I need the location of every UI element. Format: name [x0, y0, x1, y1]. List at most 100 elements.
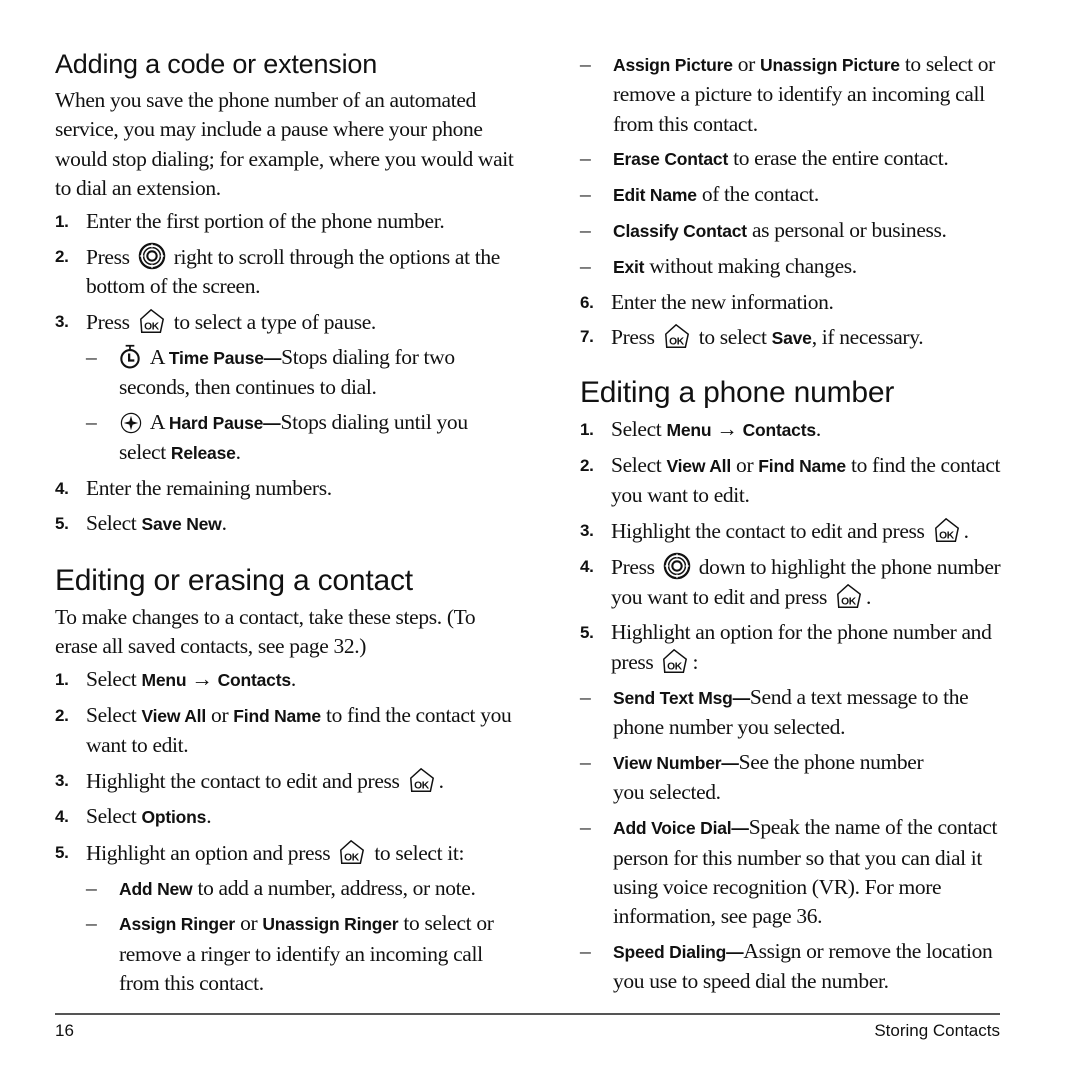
- step-text: to select it:: [374, 840, 465, 865]
- sub-item-erase-contact: – Erase Contact to erase the entire cont…: [580, 144, 1010, 174]
- hard-pause-icon: [119, 411, 143, 435]
- item-text: to add a number, address, or note.: [197, 875, 476, 900]
- list-item: 1. Select Menu → Contacts.: [580, 415, 1010, 445]
- step-text: Press: [86, 310, 130, 335]
- list-item: 2. Select View All or Find Name to find …: [580, 451, 1010, 511]
- ok-key-icon: [408, 766, 436, 794]
- item-text: A: [149, 344, 164, 369]
- step-text: Select: [611, 452, 662, 477]
- step-number: 4.: [55, 806, 69, 826]
- step-text: to select a type of pause.: [173, 310, 377, 335]
- sub-item-add-new: – Add New to add a number, address, or n…: [55, 874, 515, 904]
- ok-key-icon: [663, 322, 691, 350]
- dash: –: [86, 409, 97, 434]
- step-text: Enter the remaining numbers.: [86, 476, 332, 501]
- step-number: 5.: [55, 842, 69, 862]
- step-text: Enter the new information.: [611, 289, 834, 314]
- section-intro: To make changes to a contact, take these…: [55, 604, 476, 658]
- term-view-all: View All: [141, 706, 207, 727]
- sub-item-speed-dialing: – Speed Dialing—Assign or remove the loc…: [580, 937, 1010, 997]
- dash: –: [580, 217, 591, 242]
- term-find-name: Find Name: [233, 706, 321, 727]
- step-text: .: [815, 417, 821, 442]
- step-number: 4.: [580, 556, 594, 576]
- step-text: to select: [698, 325, 767, 350]
- step-text: Select: [86, 803, 137, 828]
- list-item: 5. Select Save New.: [55, 509, 515, 539]
- item-text: of the contact.: [701, 182, 819, 207]
- term-assign-ringer: Assign Ringer: [119, 914, 236, 935]
- term-edit-name: Edit Name: [613, 185, 697, 206]
- step-number: 3.: [55, 771, 69, 791]
- term-hard-pause: Hard Pause—: [168, 412, 281, 433]
- navigation-key-icon: [663, 552, 691, 580]
- term-menu: Menu: [141, 670, 187, 691]
- right-column: – Assign Picture or Unassign Picture to …: [580, 50, 1010, 1002]
- dash: –: [580, 146, 591, 171]
- term-exit: Exit: [613, 256, 645, 277]
- sub-item-assign-picture: – Assign Picture or Unassign Picture to …: [580, 50, 1010, 139]
- sub-item-time-pause: – A Time Pause—Stops dialing for two sec…: [55, 343, 515, 403]
- term-save: Save: [771, 328, 812, 349]
- term-unassign-ringer: Unassign Ringer: [262, 914, 399, 935]
- term-add-new: Add New: [119, 878, 193, 899]
- term-assign-picture: Assign Picture: [613, 55, 733, 75]
- list-item: 1. Select Menu → Contacts.: [55, 665, 515, 695]
- step-text: .: [963, 519, 969, 544]
- step-number: 5.: [55, 513, 69, 533]
- step-number: 2.: [55, 706, 69, 726]
- list-item: 2. Press right to scroll through the opt…: [55, 242, 515, 302]
- step-text: .: [290, 667, 296, 692]
- list-item: 5. Highlight an option for the phone num…: [580, 618, 1010, 678]
- term-view-number: View Number—: [613, 753, 739, 774]
- section-heading-editing-contact: Editing or erasing a contact: [55, 563, 413, 597]
- list-item: 4. Select Options.: [55, 802, 515, 832]
- step-text: Select: [611, 417, 662, 442]
- step-text: Enter the first portion of the phone num…: [86, 209, 445, 234]
- dash: –: [86, 344, 97, 369]
- dash: –: [86, 911, 97, 936]
- list-item: 7. Press to select Save, if necessary.: [580, 322, 1010, 353]
- list-item: 6. Enter the new information.: [580, 288, 1010, 317]
- navigation-key-icon: [138, 242, 166, 270]
- list-item: 3. Highlight the contact to edit and pre…: [55, 766, 515, 796]
- section-heading-editing-phone-number: Editing a phone number: [580, 376, 895, 410]
- step-number: 3.: [580, 521, 594, 541]
- step-text: Press: [611, 554, 655, 579]
- item-text: or: [240, 911, 258, 936]
- step-text: .: [438, 769, 444, 794]
- step-number: 4.: [55, 479, 69, 499]
- list-item: 3. Press to select a type of pause.: [55, 307, 515, 337]
- list-item: 2. Select View All or Find Name to find …: [55, 701, 515, 761]
- step-text: .: [206, 803, 212, 828]
- term-add-voice-dial: Add Voice Dial—: [613, 818, 749, 839]
- term-send-text-msg: Send Text Msg—: [613, 688, 750, 709]
- term-release: Release: [170, 443, 236, 464]
- page-number: 16: [55, 1021, 74, 1040]
- step-text: , if necessary.: [811, 325, 924, 350]
- step-text: Highlight the contact to edit and press: [611, 519, 925, 544]
- timer-icon: [117, 344, 143, 370]
- ok-key-icon: [338, 838, 366, 866]
- term-view-all: View All: [666, 455, 732, 476]
- dash: –: [580, 815, 591, 840]
- sub-item-view-number: – View Number—See the phone number you s…: [580, 748, 1010, 808]
- term-save-new: Save New: [141, 513, 222, 534]
- step-text: .: [866, 585, 872, 610]
- sub-item-send-text-msg: – Send Text Msg—Send a text message to t…: [580, 683, 1010, 743]
- footer-section-title: Storing Contacts: [874, 1021, 1000, 1040]
- item-text: .: [235, 440, 241, 465]
- dash: –: [580, 182, 591, 207]
- dash: –: [580, 52, 591, 76]
- item-text: or: [737, 52, 756, 76]
- section-intro: When you save the phone number of an aut…: [55, 88, 514, 200]
- ok-key-icon: [933, 516, 961, 544]
- ok-key-icon: [661, 647, 689, 675]
- arrow-icon: →: [716, 417, 738, 442]
- term-time-pause: Time Pause—: [168, 347, 282, 368]
- dash: –: [580, 253, 591, 278]
- step-number: 1.: [580, 420, 594, 440]
- sub-item-classify-contact: – Classify Contact as personal or busine…: [580, 216, 1010, 246]
- step-text: Highlight an option and press: [86, 840, 331, 865]
- step-number: 2.: [55, 246, 69, 266]
